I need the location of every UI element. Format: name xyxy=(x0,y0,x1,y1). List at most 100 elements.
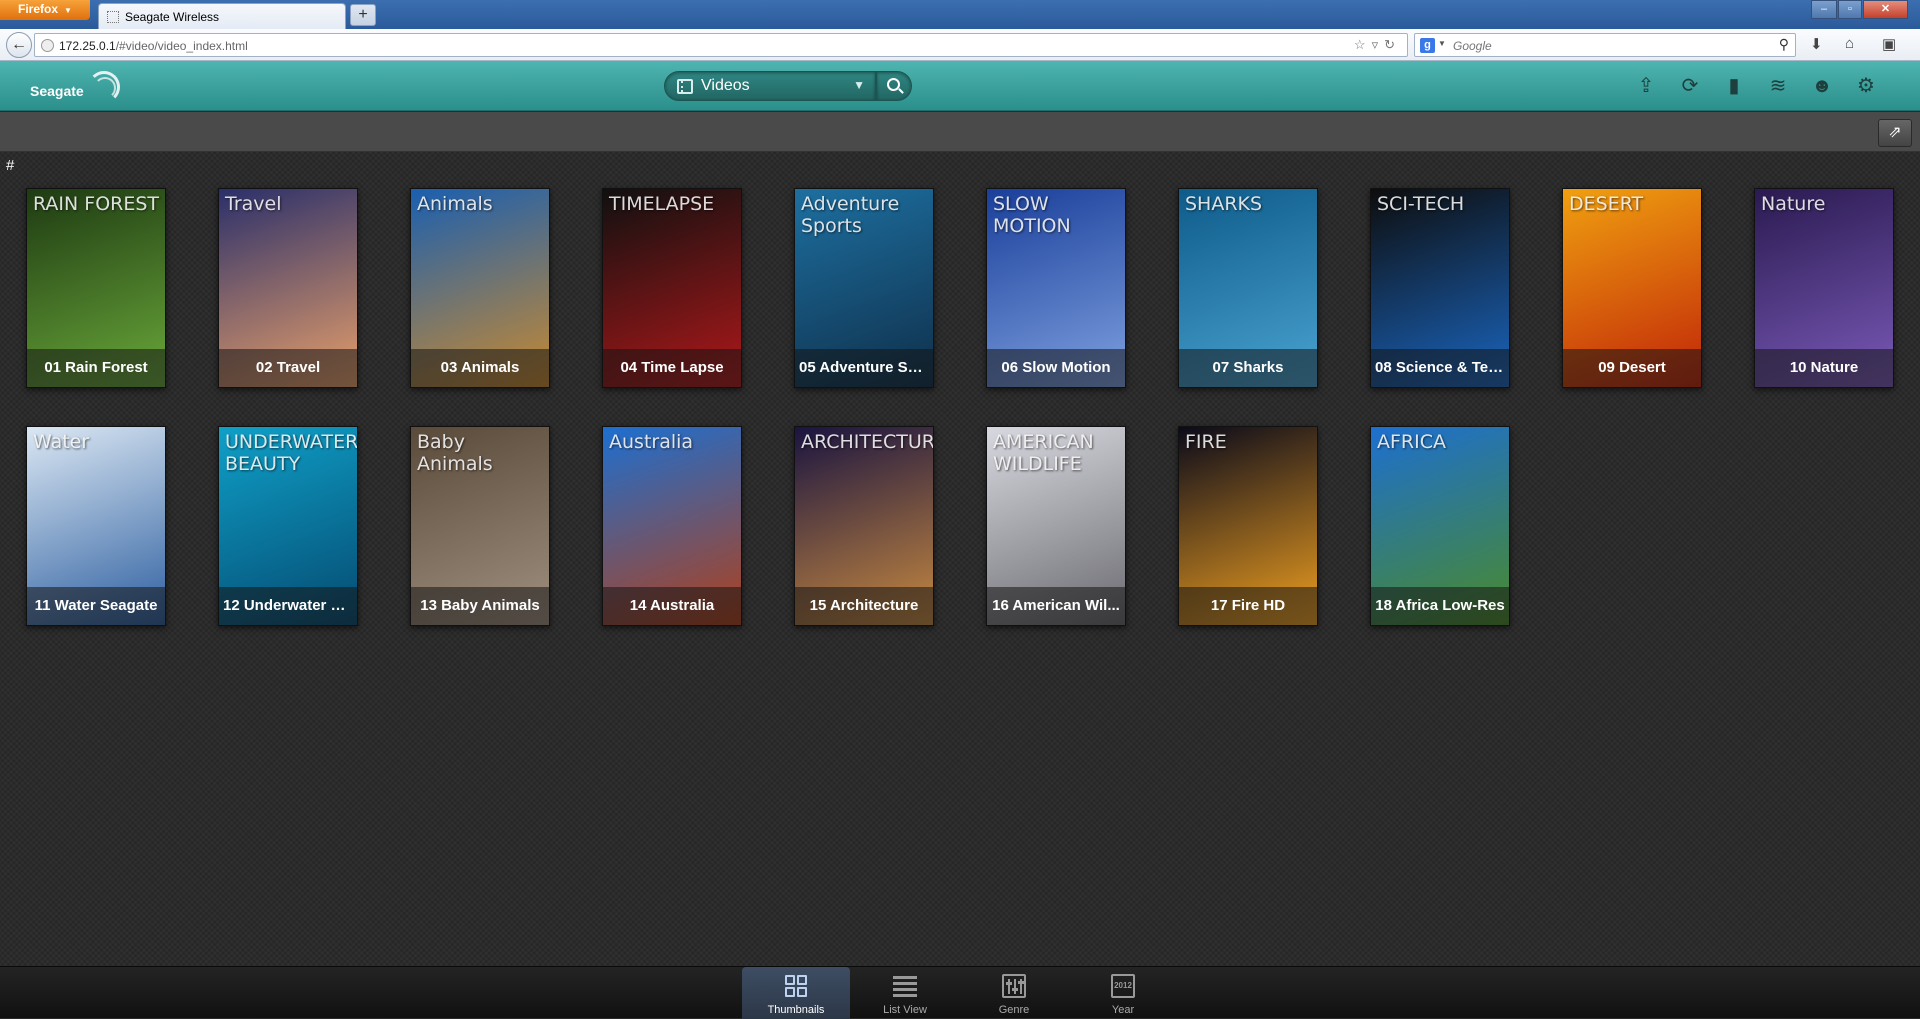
video-title: 17 Fire HD xyxy=(1179,587,1317,625)
video-tile[interactable]: Animals 03 Animals xyxy=(410,188,550,388)
tab-year[interactable]: 2012 Year xyxy=(1069,967,1177,1019)
search-placeholder: Google xyxy=(1453,39,1492,53)
thumbnail-lettering: AFRICA xyxy=(1377,431,1446,453)
video-tile[interactable]: Travel 02 Travel xyxy=(218,188,358,388)
brand-name: Seagate xyxy=(30,83,84,99)
video-tile[interactable]: SLOW MOTION 06 Slow Motion xyxy=(986,188,1126,388)
bookmark-star-icon[interactable]: ☆ xyxy=(1354,37,1372,52)
toolbar: ⇗ xyxy=(0,112,1920,152)
new-tab-button[interactable]: + xyxy=(350,4,376,26)
search-bar[interactable]: g ▼ Google ⚲ xyxy=(1414,33,1796,57)
video-tile[interactable]: DESERT 09 Desert xyxy=(1562,188,1702,388)
thumbnail-lettering: FIRE xyxy=(1185,431,1227,453)
history-dropdown-icon[interactable]: ▿ xyxy=(1372,37,1385,52)
address-bar[interactable]: 172.25.0.1/#video/video_index.html ☆▿↻ xyxy=(34,33,1408,57)
seagate-logo-inner-icon xyxy=(94,77,116,99)
calendar-year: 2012 xyxy=(1114,981,1132,990)
selector-label: Videos xyxy=(701,77,750,94)
browser-tab[interactable]: Seagate Wireless xyxy=(98,3,346,29)
video-tile[interactable]: AMERICAN WILDLIFE 16 American Wil... xyxy=(986,426,1126,626)
upload-icon[interactable]: ⇪ xyxy=(1634,74,1658,98)
video-tile[interactable]: Nature 10 Nature xyxy=(1754,188,1894,388)
calendar-icon: 2012 xyxy=(1111,974,1135,998)
browser-nav-bar: ← 172.25.0.1/#video/video_index.html ☆▿↻… xyxy=(0,29,1920,61)
share-icon: ⇗ xyxy=(1888,124,1902,141)
video-tile[interactable]: UNDERWATER BEAUTY 12 Underwater B... xyxy=(218,426,358,626)
video-tile[interactable]: TIMELAPSE 04 Time Lapse xyxy=(602,188,742,388)
tab-list-view[interactable]: List View xyxy=(851,967,959,1019)
video-title: 13 Baby Animals xyxy=(411,587,549,625)
settings-icon[interactable]: ⚙ xyxy=(1854,74,1878,98)
tab-genre[interactable]: Genre xyxy=(960,967,1068,1019)
battery-icon[interactable]: ▮ xyxy=(1722,74,1746,98)
download-icon[interactable]: ⬇ xyxy=(1810,35,1823,53)
page-icon xyxy=(107,11,119,23)
video-tile[interactable]: RAIN FOREST 01 Rain Forest xyxy=(26,188,166,388)
video-title: 06 Slow Motion xyxy=(987,349,1125,387)
video-title: 15 Architecture xyxy=(795,587,933,625)
video-tile[interactable]: Baby Animals 13 Baby Animals xyxy=(410,426,550,626)
thumbnail-lettering: SHARKS xyxy=(1185,193,1263,215)
thumbnail-lettering: Travel xyxy=(225,193,282,215)
url-host: 172.25.0.1 xyxy=(59,39,116,53)
engine-dropdown-icon[interactable]: ▼ xyxy=(1438,39,1446,48)
video-tile[interactable]: AFRICA 18 Africa Low-Res xyxy=(1370,426,1510,626)
thumbnail-lettering: ARCHITECTURE xyxy=(801,431,934,453)
video-title: 16 American Wil... xyxy=(987,587,1125,625)
google-engine-icon[interactable]: g xyxy=(1420,38,1435,53)
tab-label: List View xyxy=(883,1004,927,1016)
url-path: /#video/video_index.html xyxy=(115,39,248,53)
video-tile[interactable]: Water 11 Water Seagate xyxy=(26,426,166,626)
search-button[interactable] xyxy=(876,71,912,101)
video-tile[interactable]: Australia 14 Australia xyxy=(602,426,742,626)
thumbnail-lettering: Animals xyxy=(417,193,493,215)
video-title: 14 Australia xyxy=(603,587,741,625)
equalizer-icon xyxy=(1002,974,1026,998)
firefox-menu-button[interactable]: Firefox ▼ xyxy=(0,0,90,20)
list-view-icon xyxy=(893,974,917,998)
video-title: 18 Africa Low-Res xyxy=(1371,587,1509,625)
share-button[interactable]: ⇗ xyxy=(1878,119,1912,147)
tab-label: Thumbnails xyxy=(767,1004,825,1016)
reload-icon[interactable]: ↻ xyxy=(1384,37,1401,52)
media-type-selector[interactable]: Videos ▼ xyxy=(664,71,876,101)
video-tile[interactable]: ARCHITECTURE 15 Architecture xyxy=(794,426,934,626)
sync-icon[interactable]: ⟳ xyxy=(1678,74,1702,98)
video-title: 08 Science & Tec... xyxy=(1371,349,1509,387)
video-tile[interactable]: SCI-TECH 08 Science & Tec... xyxy=(1370,188,1510,388)
video-tile[interactable]: SHARKS 07 Sharks xyxy=(1178,188,1318,388)
view-switcher-bar: Thumbnails List View Genre 2012 Year xyxy=(0,966,1920,1019)
film-icon xyxy=(677,79,693,94)
thumbnail-lettering: DESERT xyxy=(1569,193,1644,215)
firefox-menu-label: Firefox xyxy=(18,2,59,16)
thumbnail-lettering: SLOW MOTION xyxy=(993,193,1071,237)
bookmarks-menu-icon[interactable]: ▣ xyxy=(1882,35,1896,53)
search-icon[interactable]: ⚲ xyxy=(1779,36,1789,53)
minimize-button[interactable]: – xyxy=(1811,0,1837,19)
thumbnail-lettering: Water xyxy=(33,431,90,453)
thumbnail-lettering: SCI-TECH xyxy=(1377,193,1465,215)
close-button[interactable]: ✕ xyxy=(1863,0,1908,19)
video-title: 09 Desert xyxy=(1563,349,1701,387)
thumbnail-lettering: UNDERWATER BEAUTY xyxy=(225,431,358,475)
thumbnails-grid-icon xyxy=(784,974,808,998)
users-icon[interactable]: ☻ xyxy=(1810,74,1834,98)
video-tile[interactable]: Adventure Sports 05 Adventure Sp... xyxy=(794,188,934,388)
video-title: 02 Travel xyxy=(219,349,357,387)
back-arrow-icon[interactable]: ← xyxy=(6,32,32,58)
thumbnail-lettering: RAIN FOREST xyxy=(33,193,160,215)
wifi-icon[interactable]: ≋ xyxy=(1766,74,1790,98)
video-tile[interactable]: FIRE 17 Fire HD xyxy=(1178,426,1318,626)
home-icon[interactable]: ⌂ xyxy=(1845,35,1854,52)
video-title: 12 Underwater B... xyxy=(219,587,357,625)
maximize-button[interactable]: ▫ xyxy=(1838,0,1862,19)
url-bar-icons: ☆▿↻ xyxy=(1354,37,1401,53)
thumbnail-lettering: Nature xyxy=(1761,193,1826,215)
thumbnail-lettering: Adventure Sports xyxy=(801,193,900,237)
tab-thumbnails[interactable]: Thumbnails xyxy=(742,967,850,1019)
video-title: 04 Time Lapse xyxy=(603,349,741,387)
thumbnail-lettering: Australia xyxy=(609,431,694,453)
thumbnail-lettering: Baby Animals xyxy=(417,431,493,475)
search-icon-handle xyxy=(898,88,904,94)
video-title: 07 Sharks xyxy=(1179,349,1317,387)
